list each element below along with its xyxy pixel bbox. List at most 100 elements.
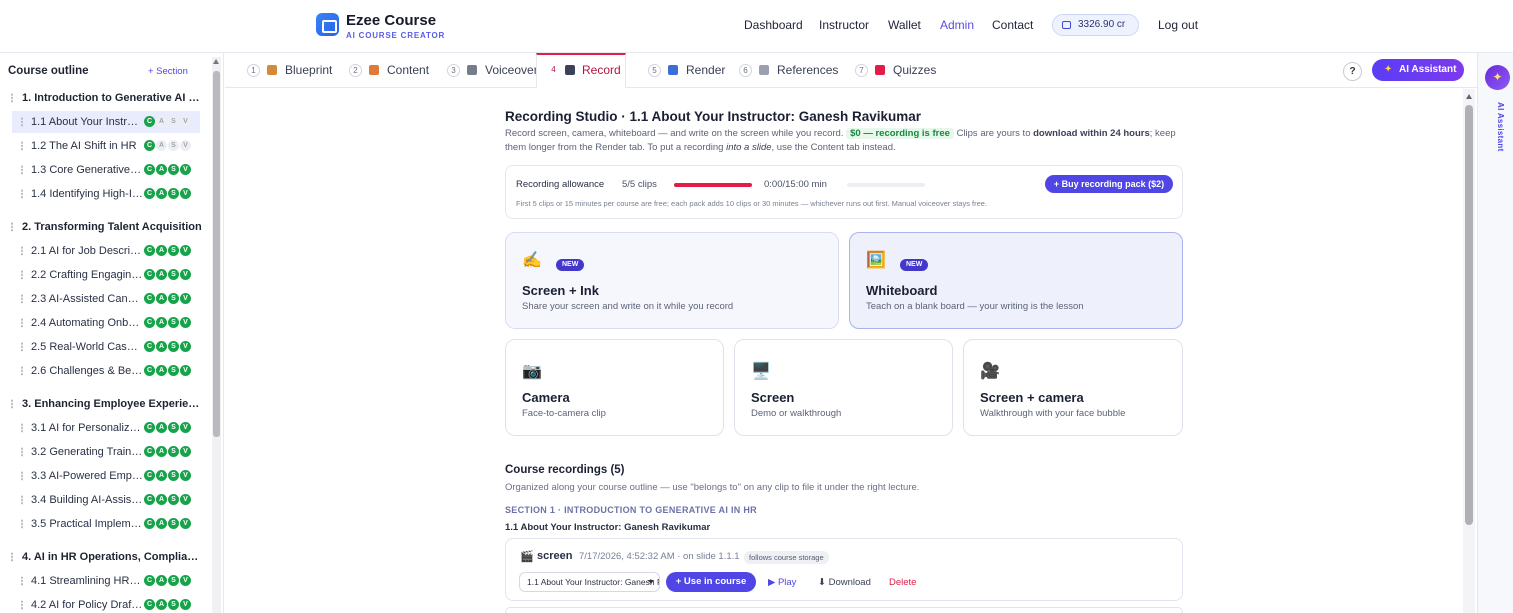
delete-button[interactable]: Delete <box>889 577 916 588</box>
drag-handle-icon[interactable] <box>20 471 24 481</box>
drag-handle-icon[interactable] <box>20 294 24 304</box>
sidebar-lecture-item[interactable]: 1.4 Identifying High-Impact Use CasesCAS… <box>0 183 210 205</box>
main-scrollbar[interactable] <box>1463 89 1475 613</box>
drag-handle-icon[interactable] <box>10 222 14 232</box>
sidebar-lecture-item[interactable]: 4.1 Streamlining HR OperationsCASV <box>0 570 210 592</box>
nav-contact[interactable]: Contact <box>992 18 1033 32</box>
status-badge: C <box>144 575 155 586</box>
mode-subtitle: Walkthrough with your face bubble <box>980 408 1126 419</box>
tab-record[interactable]: 4 Record <box>536 53 626 88</box>
sidebar-lecture-item[interactable]: 1.1 About Your Instructor: Ganesh Raviku… <box>12 111 200 133</box>
sidebar-lecture-item[interactable]: 3.2 Generating Training ContentCASV <box>0 441 210 463</box>
sidebar-lecture-item[interactable]: 1.2 The AI Shift in HR C A S V <box>0 135 210 157</box>
ai-assistant-button[interactable]: AI Assistant <box>1372 59 1464 81</box>
app-logo-icon[interactable] <box>316 13 339 36</box>
use-in-course-button[interactable]: + Use in course <box>666 572 756 592</box>
drag-handle-icon[interactable] <box>20 495 24 505</box>
sidebar-lecture-item[interactable]: 3.1 AI for Personalized LearningCASV <box>0 417 210 439</box>
drag-handle-icon[interactable] <box>20 576 24 586</box>
sidebar-lecture-item[interactable]: 2.2 Crafting Engaging OutreachCASV <box>0 264 210 286</box>
sidebar-scroll-thumb[interactable] <box>213 71 220 437</box>
tab-references[interactable]: 6 References <box>739 53 854 88</box>
tab-content[interactable]: 2 Content <box>349 53 444 88</box>
sidebar-lecture-item[interactable]: 3.4 Building AI-Assisted FeedbackCASV <box>0 489 210 511</box>
question-icon <box>875 65 885 75</box>
sidebar-lecture-item[interactable]: 2.5 Real-World Case StudiesCASV <box>0 336 210 358</box>
sidebar-section-2[interactable]: 2. Transforming Talent Acquisition <box>0 216 210 238</box>
drag-handle-icon[interactable] <box>10 93 14 103</box>
add-section-button[interactable]: + Section <box>148 66 188 77</box>
sparkle-icon[interactable]: ✦ <box>1485 65 1510 90</box>
status-badge: C <box>144 341 155 352</box>
tab-quizzes[interactable]: 7 Quizzes <box>855 53 955 88</box>
drag-handle-icon[interactable] <box>20 366 24 376</box>
tab-blueprint[interactable]: 1 Blueprint <box>247 53 347 88</box>
drag-handle-icon[interactable] <box>20 519 24 529</box>
drag-handle-icon[interactable] <box>20 423 24 433</box>
nav-instructor[interactable]: Instructor <box>819 18 869 32</box>
mode-screen-camera-card[interactable]: 🎥 Screen + camera Walkthrough with your … <box>963 339 1183 436</box>
lecture-status-pills: CASV <box>144 518 191 529</box>
nav-admin[interactable]: Admin <box>940 18 974 32</box>
drag-handle-icon[interactable] <box>20 117 24 127</box>
recordings-title: Course recordings (5) <box>505 464 625 476</box>
rail-label[interactable]: AI Assistant <box>1496 102 1505 152</box>
drag-handle-icon[interactable] <box>20 318 24 328</box>
scroll-up-icon[interactable] <box>1466 94 1472 99</box>
mode-screen-card[interactable]: 🖥️ Screen Demo or walkthrough <box>734 339 953 436</box>
content-icon <box>369 65 379 75</box>
status-badge: S <box>168 422 179 433</box>
brand-name[interactable]: Ezee Course <box>346 12 436 29</box>
lecture-title: 1.1 About Your Instructor: Ganesh Raviku… <box>31 116 143 128</box>
sidebar-lecture-item[interactable]: 2.1 AI for Job DescriptionsCASV <box>0 240 210 262</box>
credits-badge[interactable]: 3326.90 cr <box>1052 14 1139 36</box>
sidebar-lecture-item[interactable]: 3.3 AI-Powered Employee SupportCASV <box>0 465 210 487</box>
drag-handle-icon[interactable] <box>20 246 24 256</box>
sidebar-section-4[interactable]: 4. AI in HR Operations, Compliance <box>0 546 210 568</box>
credits-value: 3326.90 cr <box>1078 19 1126 30</box>
tab-number: 7 <box>855 64 868 77</box>
link-icon <box>759 65 769 75</box>
belongs-to-select[interactable]: 1.1 About Your Instructor: Ganesh Raviku… <box>519 572 660 592</box>
sidebar-lecture-item[interactable]: 4.2 AI for Policy Drafting C A S V <box>0 594 210 613</box>
sidebar-lecture-item[interactable]: 3.5 Practical ImplementationCASV <box>0 513 210 535</box>
status-badge: C <box>144 494 155 505</box>
drag-handle-icon[interactable] <box>20 600 24 610</box>
sidebar-lecture-item[interactable]: 1.3 Core Generative AI ConceptsCASV <box>0 159 210 181</box>
help-button[interactable]: ? <box>1343 62 1362 81</box>
sidebar-section-3[interactable]: 3. Enhancing Employee Experience <box>0 393 210 415</box>
lecture-status-pills: CASV <box>144 269 191 280</box>
scroll-up-icon[interactable] <box>213 59 219 64</box>
drag-handle-icon[interactable] <box>20 270 24 280</box>
tab-render[interactable]: 5 Render <box>648 53 738 88</box>
nav-dashboard[interactable]: Dashboard <box>744 18 803 32</box>
mode-camera-card[interactable]: 📷 Camera Face-to-camera clip <box>505 339 724 436</box>
sidebar-lecture-item[interactable]: 2.3 AI-Assisted Candidate ScreeningCASV <box>0 288 210 310</box>
sidebar-lecture-item[interactable]: 2.6 Challenges & Best PracticesCASV <box>0 360 210 382</box>
desc-download-bold: download within 24 hours <box>1033 128 1150 139</box>
mode-screen-ink-card[interactable]: ✍️ NEW Screen + Ink Share your screen an… <box>505 232 839 329</box>
sidebar-scrollbar[interactable] <box>212 57 221 613</box>
sidebar-section-1[interactable]: 1. Introduction to Generative AI in HR <box>0 87 210 109</box>
sidebar-lecture-item[interactable]: 2.4 Automating OnboardingCASV <box>0 312 210 334</box>
main-scroll-thumb[interactable] <box>1465 105 1473 525</box>
drag-handle-icon[interactable] <box>20 189 24 199</box>
nav-wallet[interactable]: Wallet <box>888 18 921 32</box>
tab-voiceover[interactable]: 3 Voiceover <box>447 53 545 88</box>
drag-handle-icon[interactable] <box>20 447 24 457</box>
drag-handle-icon[interactable] <box>10 399 14 409</box>
logout-button[interactable]: Log out <box>1158 18 1198 32</box>
camera-icon <box>565 65 575 75</box>
drag-handle-icon[interactable] <box>20 165 24 175</box>
lecture-title: 4.1 Streamlining HR Operations <box>31 575 143 587</box>
drag-handle-icon[interactable] <box>10 552 14 562</box>
lecture-status-pills: CASV <box>144 494 191 505</box>
mode-whiteboard-card[interactable]: 🖼️ NEW Whiteboard Teach on a blank board… <box>849 232 1183 329</box>
status-badge: S <box>168 116 179 127</box>
download-button[interactable]: ⬇ Download <box>818 577 871 588</box>
buy-recording-pack-button[interactable]: + Buy recording pack ($2) <box>1045 175 1173 193</box>
drag-handle-icon[interactable] <box>20 342 24 352</box>
play-button[interactable]: ▶ Play <box>768 577 796 588</box>
drag-handle-icon[interactable] <box>20 141 24 151</box>
tab-label: References <box>777 63 839 77</box>
